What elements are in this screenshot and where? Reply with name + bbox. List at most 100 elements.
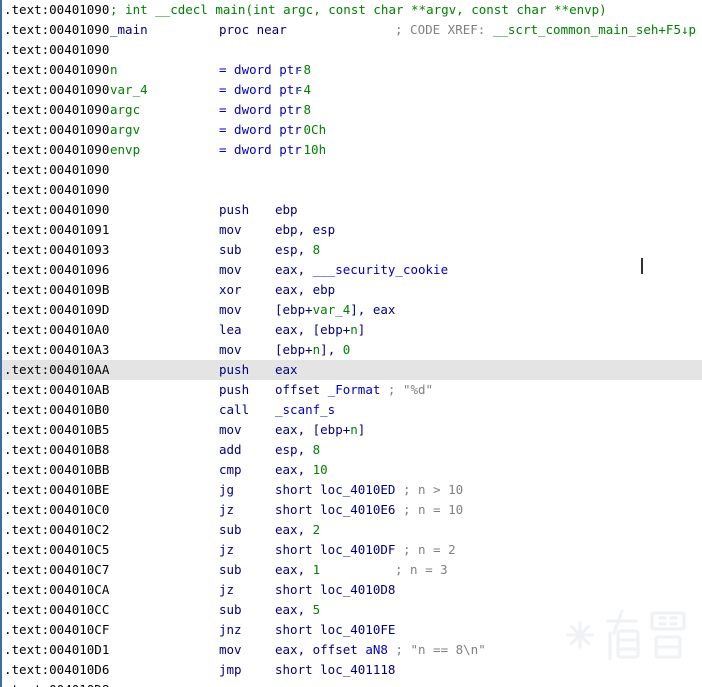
instruction-mnemonic[interactable]: push — [219, 200, 249, 220]
instruction-operands[interactable]: esp, 8 — [275, 440, 320, 460]
disassembly-line[interactable]: .text:004010C0 jz short loc_4010E6 ; n = 1… — [0, 500, 702, 520]
instruction-mnemonic[interactable]: lea — [219, 320, 242, 340]
stack-variable-name[interactable]: argc — [110, 100, 140, 120]
instruction-mnemonic[interactable]: sub — [219, 240, 242, 260]
instruction-operands[interactable]: short loc_4010ED ; n > 10 — [275, 480, 463, 500]
disassembly-line[interactable]: .text:0040109D mov [ebp+var_4], eax — [0, 300, 702, 320]
disassembly-line[interactable]: .text:004010D1 mov eax, offset aN8 ; "n ==… — [0, 640, 702, 660]
disassembly-line[interactable]: .text:004010CF jnz short loc_4010FE — [0, 620, 702, 640]
instruction-mnemonic[interactable]: cmp — [219, 460, 242, 480]
disassembly-line[interactable]: .text:004010C2 sub eax, 2 — [0, 520, 702, 540]
disassembly-line[interactable]: .text:004010B5 mov eax, [ebp+n] — [0, 420, 702, 440]
instruction-mnemonic[interactable]: jz — [219, 540, 234, 560]
instruction-operands[interactable]: short loc_4010FE — [275, 620, 395, 640]
disassembly-line[interactable]: .text:00401090 envp = dword ptr 10h — [0, 140, 702, 160]
stack-variable-name[interactable]: argv — [110, 120, 140, 140]
disassembly-line[interactable]: .text:004010B8 add esp, 8 — [0, 440, 702, 460]
instruction-mnemonic[interactable]: mov — [219, 420, 242, 440]
line-address: .text:004010C2 — [4, 522, 110, 537]
disassembly-line[interactable]: .text:00401090 — [0, 40, 702, 60]
disassembly-line[interactable]: .text:00401090 argc = dword ptr 8 — [0, 100, 702, 120]
instruction-operands[interactable]: eax, 5 — [275, 600, 320, 620]
instruction-mnemonic[interactable]: sub — [219, 560, 242, 580]
inline-comment[interactable]: ; n = 3 — [395, 560, 448, 580]
disassembly-line[interactable]: .text:004010BE jg short loc_4010ED ; n > 1… — [0, 480, 702, 500]
instruction-operands[interactable]: eax, [ebp+n] — [275, 320, 365, 340]
disassembly-line[interactable]: .text:00401090 push ebp — [0, 200, 702, 220]
code-xref-comment[interactable]: ; CODE XREF: __scrt_common_main_seh+F5↓p — [395, 20, 696, 40]
instruction-operands[interactable]: eax, ___security_cookie — [275, 260, 448, 280]
instruction-operands[interactable]: short loc_4010E6 ; n = 10 — [275, 500, 463, 520]
line-address: .text:004010B5 — [4, 422, 110, 437]
disassembly-line[interactable]: .text:004010AB push offset _Format ; "%d" — [0, 380, 702, 400]
disassembly-line[interactable]: .text:004010A0 lea eax, [ebp+n] — [0, 320, 702, 340]
instruction-mnemonic[interactable]: sub — [219, 520, 242, 540]
instruction-operands[interactable]: eax, [ebp+n] — [275, 420, 365, 440]
disassembly-line[interactable]: .text:00401090 var_4 = dword ptr -4 — [0, 80, 702, 100]
instruction-mnemonic[interactable]: jg — [219, 480, 234, 500]
disassembly-line[interactable]: .text:00401090 argv = dword ptr 0Ch — [0, 120, 702, 140]
instruction-operands[interactable]: eax, 1 — [275, 560, 320, 580]
disassembly-line[interactable]: .text:00401090 — [0, 180, 702, 200]
instruction-operands[interactable]: eax, 2 — [275, 520, 320, 540]
instruction-mnemonic[interactable]: mov — [219, 340, 242, 360]
instruction-mnemonic[interactable]: jz — [219, 580, 234, 600]
instruction-operands[interactable]: short loc_401118 — [275, 660, 395, 680]
disassembly-line[interactable]: .text:004010BB cmp eax, 10 — [0, 460, 702, 480]
function-prototype-comment: ; int __cdecl main(int argc, const char … — [110, 2, 607, 17]
disassembly-line[interactable]: .text:00401091 mov ebp, esp — [0, 220, 702, 240]
instruction-operands[interactable]: _scanf_s — [275, 400, 335, 420]
instruction-operands[interactable]: ebp, esp — [275, 220, 335, 240]
disassembly-line[interactable]: .text:00401090 — [0, 160, 702, 180]
line-address: .text:00401090 — [4, 62, 110, 77]
function-name[interactable]: _main — [110, 20, 148, 40]
disassembly-line-selected[interactable]: .text:004010AA push eax — [0, 360, 702, 380]
disassembly-line[interactable]: .text:004010CC sub eax, 5 — [0, 600, 702, 620]
instruction-operands[interactable]: offset _Format ; "%d" — [275, 380, 433, 400]
stack-variable-type: = dword ptr — [219, 82, 302, 97]
disassembly-line[interactable]: .text:004010CA jz short loc_4010D8 — [0, 580, 702, 600]
disassembly-line[interactable]: .text:00401093 sub esp, 8 — [0, 240, 702, 260]
disassembly-line[interactable]: .text:004010C5 jz short loc_4010DF ; n = 2 — [0, 540, 702, 560]
instruction-mnemonic[interactable]: push — [219, 380, 249, 400]
disassembly-line[interactable]: .text:004010B0 call _scanf_s — [0, 400, 702, 420]
disassembly-view[interactable]: .text:00401090 ; int __cdecl main(int arg… — [0, 0, 702, 687]
instruction-operands[interactable]: esp, 8 — [275, 240, 320, 260]
instruction-mnemonic[interactable]: call — [219, 400, 249, 420]
instruction-mnemonic[interactable]: mov — [219, 640, 242, 660]
instruction-mnemonic[interactable]: mov — [219, 300, 242, 320]
disassembly-line-list[interactable]: .text:00401090 ; int __cdecl main(int arg… — [0, 0, 702, 687]
stack-variable-type: = dword ptr — [219, 142, 302, 157]
instruction-mnemonic[interactable]: add — [219, 440, 242, 460]
disassembly-line[interactable]: .text:00401090 _main proc near ; CODE XREF:… — [0, 20, 702, 40]
instruction-mnemonic[interactable]: mov — [219, 260, 242, 280]
disassembly-line[interactable]: .text:00401090; int __cdecl main(int arg… — [0, 0, 702, 20]
instruction-operands[interactable]: eax — [275, 360, 298, 380]
instruction-mnemonic[interactable]: jmp — [219, 660, 242, 680]
instruction-mnemonic[interactable]: jz — [219, 500, 234, 520]
instruction-operands[interactable]: [ebp+n], 0 — [275, 340, 350, 360]
instruction-operands[interactable]: short loc_4010D8 — [275, 580, 395, 600]
instruction-mnemonic[interactable]: sub — [219, 600, 242, 620]
stack-variable-name[interactable]: n — [110, 60, 118, 80]
instruction-operands[interactable]: eax, 10 — [275, 460, 328, 480]
instruction-mnemonic[interactable]: jnz — [219, 620, 242, 640]
disassembly-line[interactable]: .text:004010D6 jmp short loc_401118 — [0, 660, 702, 680]
instruction-mnemonic[interactable]: push — [219, 360, 249, 380]
disassembly-line[interactable]: .text:004010D8; -------------------------… — [0, 680, 702, 687]
disassembly-line[interactable]: .text:004010C7 sub eax, 1 ; n = 3 — [0, 560, 702, 580]
instruction-mnemonic[interactable]: mov — [219, 220, 242, 240]
instruction-mnemonic[interactable]: xor — [219, 280, 242, 300]
instruction-operands[interactable]: [ebp+var_4], eax — [275, 300, 395, 320]
instruction-operands[interactable]: eax, offset aN8 ; "n == 8\n" — [275, 640, 486, 660]
disassembly-line[interactable]: .text:00401090 n = dword ptr -8 — [0, 60, 702, 80]
instruction-operands[interactable]: ebp — [275, 200, 298, 220]
disassembly-line[interactable]: .text:0040109B xor eax, ebp — [0, 280, 702, 300]
instruction-operands[interactable]: eax, ebp — [275, 280, 335, 300]
stack-variable-name[interactable]: envp — [110, 140, 140, 160]
instruction-operands[interactable]: short loc_4010DF ; n = 2 — [275, 540, 456, 560]
disassembly-line[interactable]: .text:00401096 mov eax, ___security_cookie — [0, 260, 702, 280]
instruction-mnemonic[interactable]: proc near — [219, 20, 287, 40]
stack-variable-name[interactable]: var_4 — [110, 80, 148, 100]
disassembly-line[interactable]: .text:004010A3 mov [ebp+n], 0 — [0, 340, 702, 360]
